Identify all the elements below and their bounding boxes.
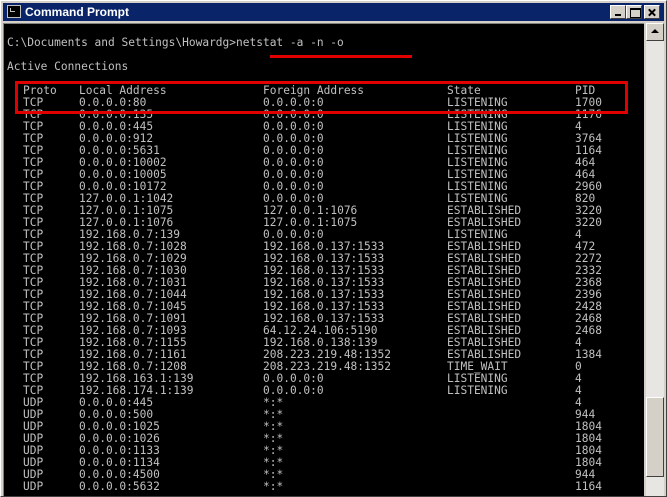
console-output[interactable]: C:\Documents and Settings\Howardg>netsta…	[3, 23, 644, 496]
command-line: C:\Documents and Settings\Howardg>netsta…	[7, 37, 344, 49]
console-icon	[7, 5, 21, 18]
window-title: Command Prompt	[25, 5, 130, 19]
title-bar[interactable]: Command Prompt	[3, 3, 664, 21]
cell-pid: 1164	[575, 480, 602, 493]
cell-proto: UDP	[23, 480, 44, 493]
cell-state: LISTENING	[447, 384, 508, 397]
minimize-button[interactable]	[610, 5, 626, 19]
vertical-scrollbar[interactable]	[646, 23, 664, 496]
cell-local-address: 0.0.0.0:5632	[79, 480, 160, 493]
prompt-text: C:\Documents and Settings\Howardg>	[7, 36, 237, 49]
cell-foreign-address: *:*	[263, 480, 284, 493]
maximize-button[interactable]	[626, 5, 642, 19]
command-prompt-window: Command Prompt C:\Documents and Settings…	[0, 0, 667, 497]
section-heading: Active Connections	[7, 60, 129, 73]
table-row: UDP 0.0.0.0:5632 *:* 1164	[23, 481, 623, 493]
command-underline	[270, 55, 412, 58]
scroll-up-button[interactable]	[646, 23, 664, 41]
highlight-box	[15, 81, 628, 114]
scroll-thumb[interactable]	[646, 397, 664, 477]
command-text: netstat -a -n -o	[236, 36, 344, 49]
close-button[interactable]	[644, 5, 660, 19]
